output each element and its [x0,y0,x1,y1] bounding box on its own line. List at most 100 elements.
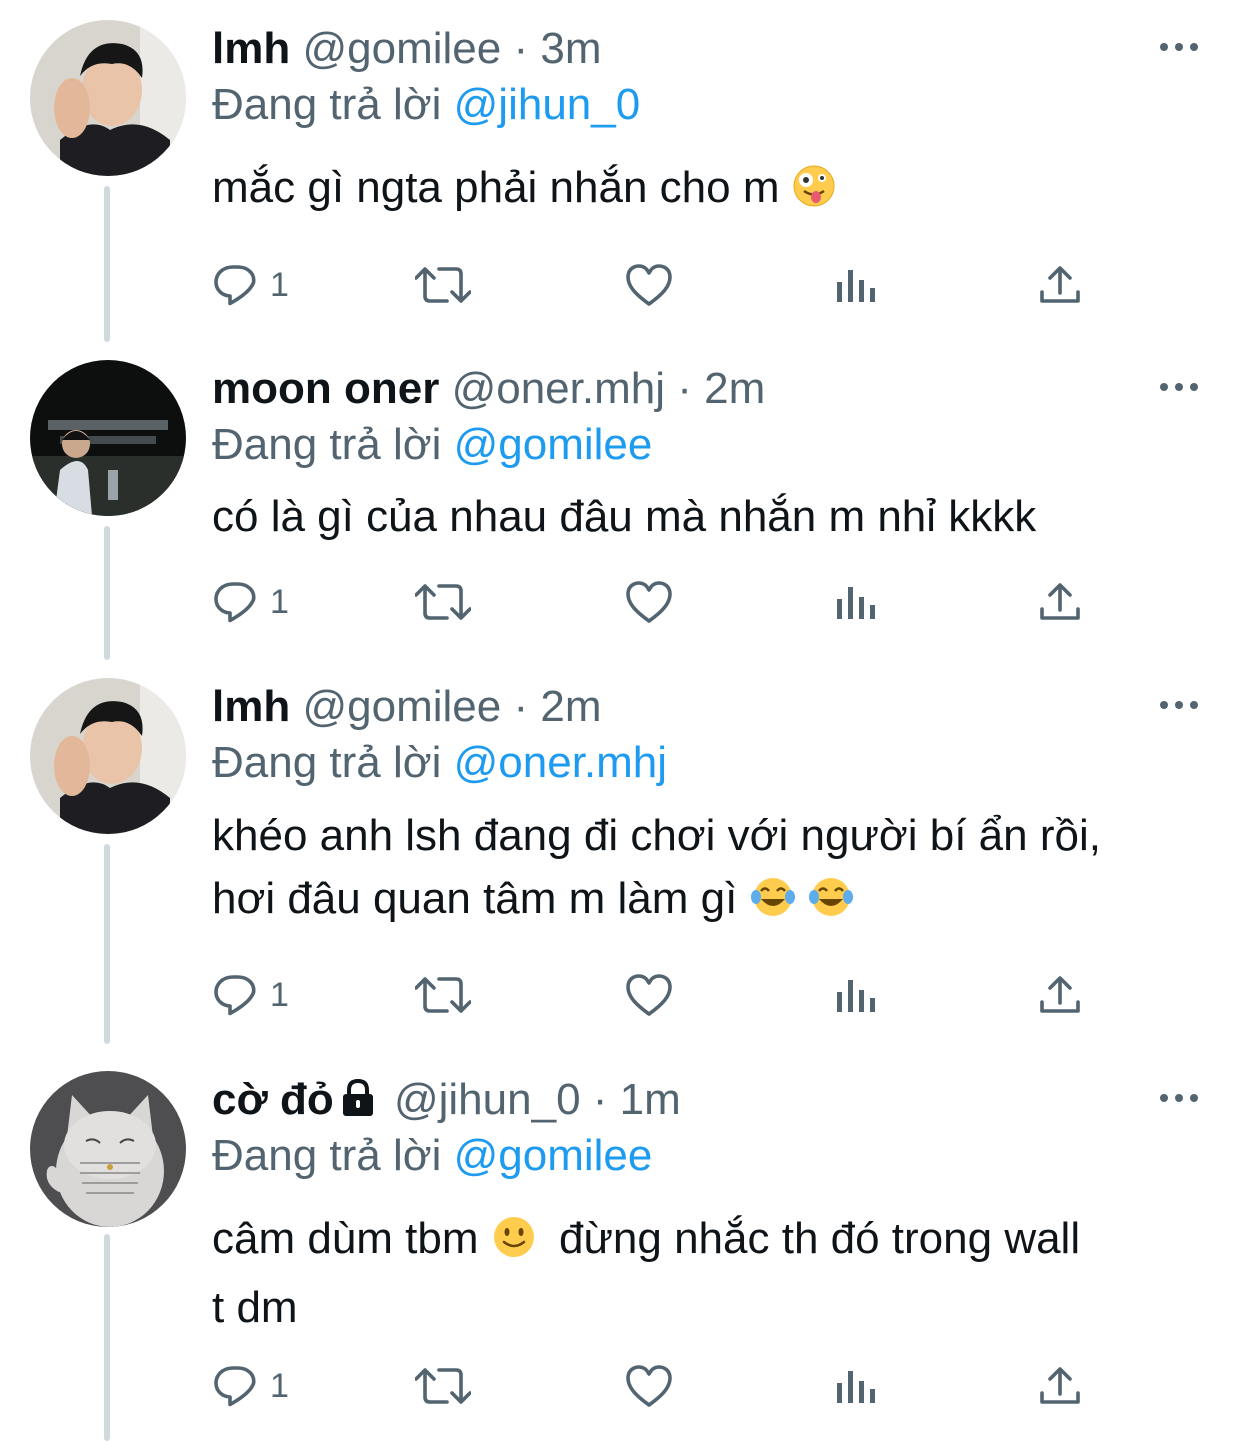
avatar[interactable] [30,1071,186,1227]
analytics-icon [837,1371,875,1403]
mention-link[interactable]: @gomilee [454,1131,653,1180]
mention-link[interactable]: @oner.mhj [454,738,667,787]
share-icon [1040,976,1080,1013]
separator: · [592,1075,608,1124]
tweet[interactable]: lmh @gomilee · 3m Đang trả lời @jihun_0 … [0,20,1242,320]
share-icon [1040,583,1080,620]
heart-icon [626,581,672,623]
separator: · [677,364,692,413]
view-analytics-button[interactable] [836,1361,876,1411]
like-button[interactable] [625,1361,673,1411]
tweet-header: cờ đỏ @jihun_0 · 1m [212,1071,681,1132]
tweet-actions: 1 [212,577,1092,627]
tweet-text: khéo anh lsh đang đi chơi với người bí ẩ… [212,804,1202,936]
analytics-icon [837,980,875,1012]
share-icon [1040,266,1080,303]
reply-count: 1 [270,265,289,304]
timestamp[interactable]: 1m [620,1075,681,1124]
more-options-icon[interactable] [1158,380,1200,392]
view-analytics-button[interactable] [836,970,876,1020]
share-icon [1040,1367,1080,1404]
tweet-text-part: đừng nhắc th đó trong wall [558,1214,1081,1263]
lock-icon [340,1074,376,1132]
tweet-text-line: mắc gì ngta phải nhắn cho m [212,163,780,212]
share-button[interactable] [1039,260,1081,310]
mention-link[interactable]: @gomilee [454,420,653,469]
reply-button[interactable]: 1 [212,260,289,310]
timestamp[interactable]: 3m [540,24,601,73]
display-name[interactable]: cờ đỏ [212,1075,334,1124]
tweet-text-line: t dm [212,1283,298,1332]
replying-to-label: Đang trả lời [212,420,442,469]
retweet-button[interactable] [415,970,471,1020]
tweet-text-line-2: hơi đâu quan tâm m làm gì [212,867,1202,936]
tweet-header: moon oner @oner.mhj · 2m [212,360,765,418]
tweet-actions: 1 [212,260,1092,310]
retweet-icon [415,977,471,1013]
mention-link[interactable]: @jihun_0 [454,80,641,129]
slightly-smiling-face-emoji [491,1213,537,1276]
tweet-text: câm dùm tbm đừng nhắc th đó trong wall t… [212,1207,1202,1339]
like-button[interactable] [625,260,673,310]
tweet-text-line-1: câm dùm tbm đừng nhắc th đó trong wall [212,1207,1202,1276]
heart-icon [626,974,672,1016]
analytics-icon [837,587,875,619]
reply-icon [214,265,256,306]
tweet-text-line: khéo anh lsh đang đi chơi với người bí ẩ… [212,811,1101,860]
username[interactable]: @gomilee [302,24,501,73]
heart-icon [626,264,672,306]
avatar[interactable] [30,360,186,516]
view-analytics-button[interactable] [836,577,876,627]
separator: · [513,682,529,731]
retweet-button[interactable] [415,577,471,627]
zany-face-emoji [792,162,836,225]
more-options-icon[interactable] [1158,1091,1200,1103]
timestamp[interactable]: 2m [704,364,765,413]
analytics-icon [837,270,875,302]
tweet-actions: 1 [212,1361,1092,1411]
share-button[interactable] [1039,970,1081,1020]
retweet-icon [415,1368,471,1404]
tweet-header: lmh @gomilee · 2m [212,678,601,736]
tweet[interactable]: moon oner @oner.mhj · 2m Đang trả lời @g… [0,360,1242,640]
separator: · [513,24,529,73]
share-button[interactable] [1039,577,1081,627]
display-name[interactable]: lmh [212,682,290,731]
display-name[interactable]: lmh [212,24,290,73]
replying-to: Đang trả lời @oner.mhj [212,734,667,792]
like-button[interactable] [625,970,673,1020]
tears-of-joy-emoji [750,873,796,936]
retweet-button[interactable] [415,1361,471,1411]
username[interactable]: @jihun_0 [394,1075,581,1124]
username[interactable]: @oner.mhj [452,364,665,413]
avatar[interactable] [30,678,186,834]
tweet-text: mắc gì ngta phải nhắn cho m [212,156,1202,225]
retweet-button[interactable] [415,260,471,310]
retweet-icon [415,584,471,620]
replying-to: Đang trả lời @jihun_0 [212,76,640,134]
reply-button[interactable]: 1 [212,1361,289,1411]
avatar[interactable] [30,20,186,176]
timestamp[interactable]: 2m [540,682,601,731]
like-button[interactable] [625,577,673,627]
tweet[interactable]: cờ đỏ @jihun_0 · 1m Đang trả lời @gomile… [0,1071,1242,1431]
reply-icon [214,582,256,623]
tweet-text-line: hơi đâu quan tâm m làm gì [212,874,738,923]
more-options-icon[interactable] [1158,698,1200,710]
reply-count: 1 [270,1366,289,1405]
display-name[interactable]: moon oner [212,364,439,413]
tweet-header: lmh @gomilee · 3m [212,20,601,78]
more-options-icon[interactable] [1158,40,1200,52]
replying-to-label: Đang trả lời [212,1131,442,1180]
reply-count: 1 [270,975,289,1014]
replying-to: Đang trả lời @gomilee [212,1127,652,1185]
view-analytics-button[interactable] [836,260,876,310]
reply-button[interactable]: 1 [212,970,289,1020]
retweet-icon [415,267,471,303]
tweet-actions: 1 [212,970,1092,1020]
tweet-text-line: có là gì của nhau đâu mà nhắn m nhỉ kkkk [212,492,1037,541]
tweet[interactable]: lmh @gomilee · 2m Đang trả lời @oner.mhj… [0,678,1242,1028]
username[interactable]: @gomilee [302,682,501,731]
reply-button[interactable]: 1 [212,577,289,627]
share-button[interactable] [1039,1361,1081,1411]
